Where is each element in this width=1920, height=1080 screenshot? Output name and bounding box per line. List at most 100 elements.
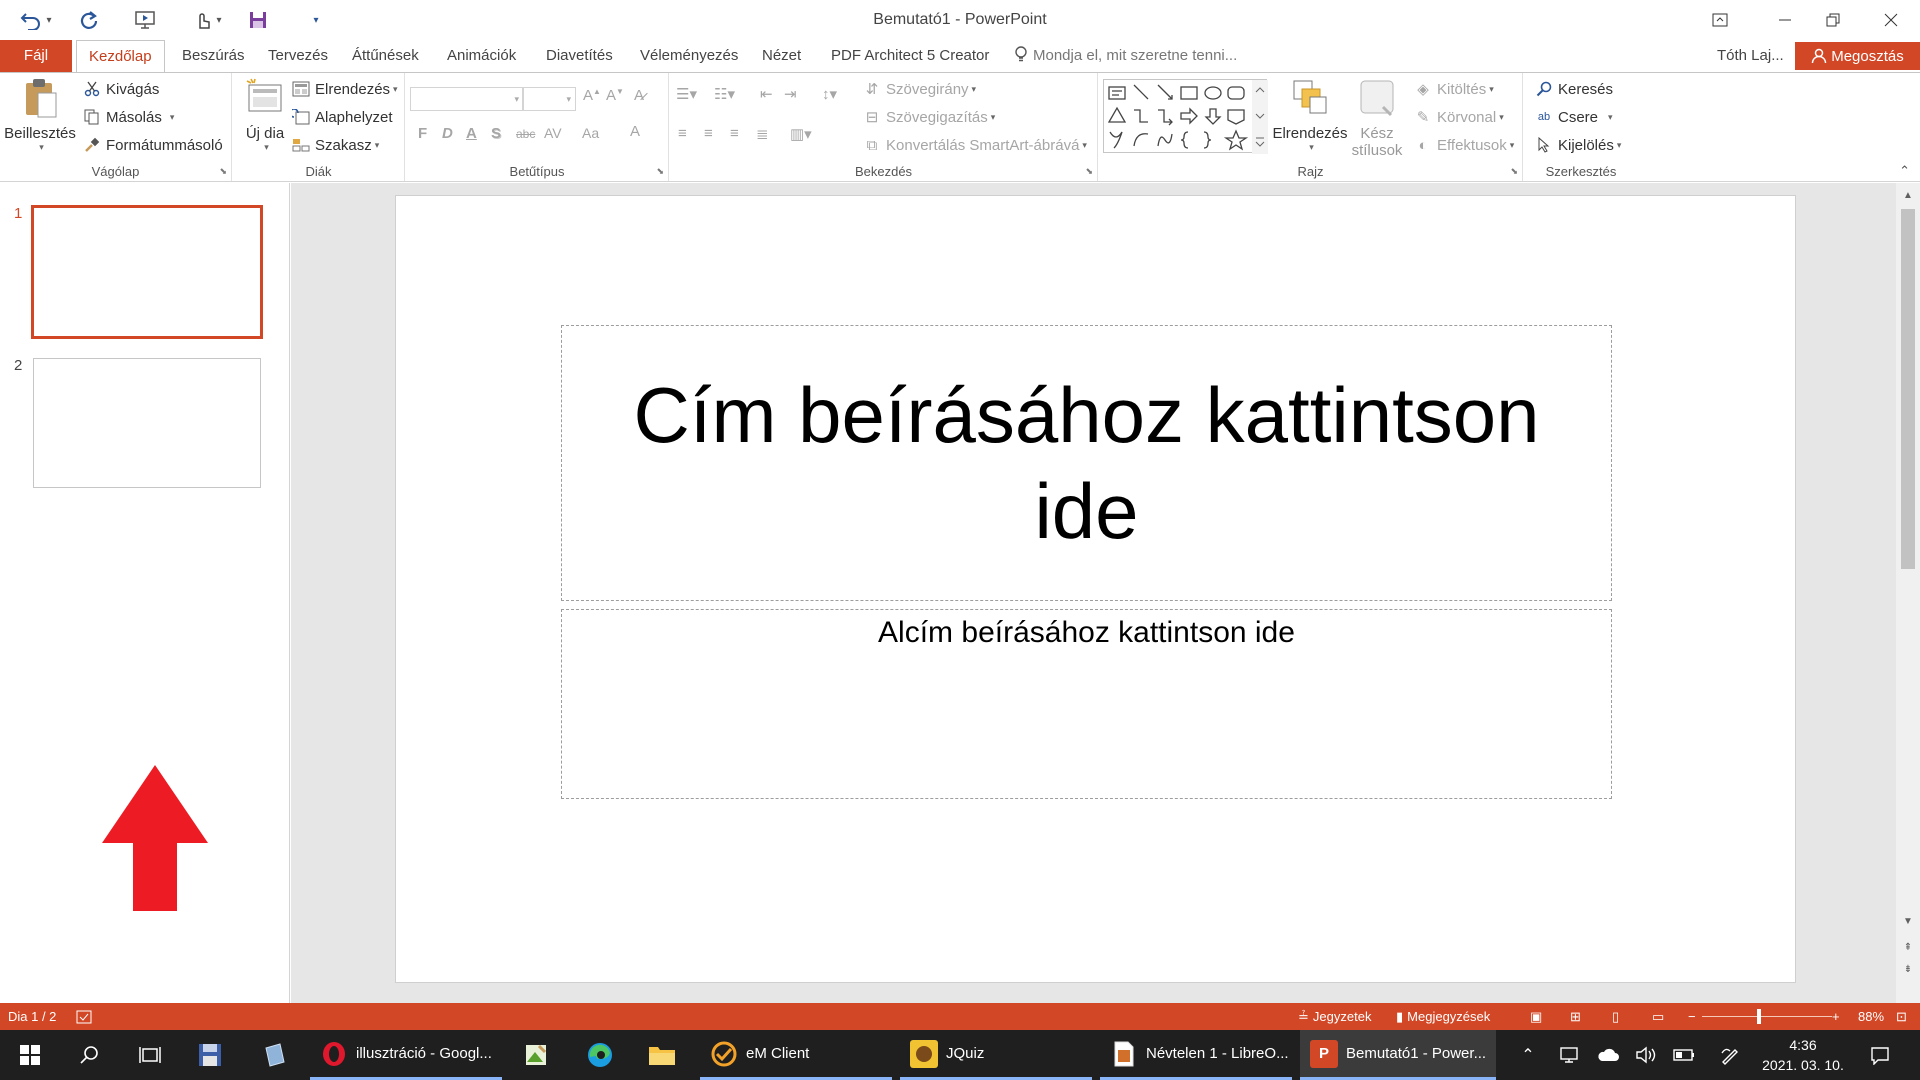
user-account[interactable]: Tóth Laj... xyxy=(1717,40,1784,72)
text-direction-button[interactable]: ⇵ Szövegirány ▾ xyxy=(862,76,976,102)
undo-button[interactable]: ▾ xyxy=(14,6,58,34)
vertical-scrollbar[interactable]: ▲ ▼ ⇞ ⇟ xyxy=(1896,183,1920,1003)
underline-button[interactable]: A xyxy=(466,125,477,142)
align-center-icon[interactable]: ≡ xyxy=(704,125,713,142)
arrange-button[interactable]: Elrendezés ▾ xyxy=(1271,77,1349,153)
zoom-out-icon[interactable]: − xyxy=(1688,1003,1696,1030)
layout-button[interactable]: Elrendezés ▾ xyxy=(291,76,398,102)
restore-button[interactable] xyxy=(1810,0,1856,40)
comments-button[interactable]: ▮ Megjegyzések xyxy=(1396,1003,1490,1030)
shrink-font-icon[interactable]: A▼ xyxy=(606,87,624,104)
tab-home[interactable]: Kezdőlap xyxy=(76,40,165,73)
network-icon[interactable] xyxy=(1552,1030,1588,1080)
redo-button[interactable] xyxy=(74,6,104,34)
clear-formatting-icon[interactable]: A̷ xyxy=(634,87,644,104)
task-view-button[interactable] xyxy=(120,1030,180,1080)
zoom-in-icon[interactable]: + xyxy=(1832,1003,1840,1030)
pinned-save-app-icon[interactable] xyxy=(180,1030,240,1080)
shape-effects-button[interactable]: ◐ Effektusok ▾ xyxy=(1413,132,1514,158)
system-clock[interactable]: 4:36 2021. 03. 10. xyxy=(1758,1035,1848,1075)
slide-sorter-icon[interactable]: ⊞ xyxy=(1570,1003,1581,1030)
touch-mode-button[interactable]: ▾ xyxy=(188,6,228,34)
next-slide-icon[interactable]: ⇟ xyxy=(1896,961,1920,979)
taskbar-app-opera[interactable]: illusztráció - Googl... xyxy=(310,1030,502,1080)
volume-icon[interactable] xyxy=(1628,1030,1664,1080)
tab-transitions[interactable]: Áttűnések xyxy=(340,40,431,72)
pinned-edge-icon[interactable] xyxy=(570,1030,630,1080)
scroll-down-icon[interactable]: ▼ xyxy=(1896,913,1920,931)
tab-view[interactable]: Nézet xyxy=(750,40,813,72)
start-slideshow-button[interactable] xyxy=(130,6,160,34)
tab-pdf-architect[interactable]: PDF Architect 5 Creator xyxy=(819,40,1001,72)
zoom-slider-thumb[interactable] xyxy=(1757,1009,1761,1024)
shadow-button[interactable]: S xyxy=(491,125,501,142)
start-button[interactable] xyxy=(0,1030,60,1080)
tab-animations[interactable]: Animációk xyxy=(435,40,528,72)
close-button[interactable] xyxy=(1868,0,1914,40)
columns-icon[interactable]: ▥▾ xyxy=(790,125,812,143)
zoom-slider[interactable] xyxy=(1702,1016,1832,1017)
save-button[interactable] xyxy=(244,6,272,34)
dialog-launcher-icon[interactable]: ⬊ xyxy=(1085,166,1093,177)
reset-button[interactable]: Alaphelyzet xyxy=(291,104,393,130)
shape-outline-button[interactable]: ✎ Körvonal ▾ xyxy=(1413,104,1504,130)
select-button[interactable]: Kijelölés ▾ xyxy=(1534,132,1621,158)
previous-slide-icon[interactable]: ⇞ xyxy=(1896,939,1920,957)
cut-button[interactable]: Kivágás xyxy=(82,76,159,102)
slide-thumbnail-1[interactable] xyxy=(31,205,263,339)
shapes-gallery[interactable] xyxy=(1103,79,1268,154)
character-spacing-button[interactable]: AV xyxy=(544,125,562,141)
numbering-icon[interactable]: ☷▾ xyxy=(714,85,735,103)
battery-icon[interactable] xyxy=(1666,1030,1702,1080)
pinned-paint-app-icon[interactable] xyxy=(506,1030,566,1080)
spellcheck-icon[interactable] xyxy=(76,1003,92,1030)
notes-button[interactable]: ≟ Jegyzetek xyxy=(1298,1003,1371,1030)
collapse-ribbon-icon[interactable]: ⌃ xyxy=(1899,163,1910,179)
pinned-file-explorer-icon[interactable] xyxy=(632,1030,692,1080)
tab-slideshow[interactable]: Diavetítés xyxy=(534,40,625,72)
ribbon-display-options-button[interactable] xyxy=(1697,0,1743,40)
align-text-button[interactable]: ⊟ Szövegigazítás ▾ xyxy=(862,104,996,130)
tab-insert[interactable]: Beszúrás xyxy=(170,40,257,72)
section-button[interactable]: Szakasz ▾ xyxy=(291,132,379,158)
zoom-level[interactable]: 88% xyxy=(1858,1003,1884,1030)
italic-button[interactable]: D xyxy=(442,125,453,142)
onedrive-icon[interactable] xyxy=(1590,1030,1626,1080)
new-slide-button[interactable]: Új dia ▾ xyxy=(237,77,293,153)
slide-canvas[interactable]: Cím beírásához kattintson ide Alcím beír… xyxy=(395,195,1796,983)
scrollbar-thumb[interactable] xyxy=(1901,209,1915,569)
line-spacing-icon[interactable]: ↕▾ xyxy=(822,85,837,103)
justify-icon[interactable]: ≣ xyxy=(756,125,769,143)
action-center-icon[interactable] xyxy=(1860,1030,1900,1080)
convert-smartart-button[interactable]: ⧉ Konvertálás SmartArt-ábrává ▾ xyxy=(862,132,1087,158)
dialog-launcher-icon[interactable]: ⬊ xyxy=(656,166,664,177)
search-button[interactable] xyxy=(60,1030,120,1080)
scroll-up-icon[interactable]: ▲ xyxy=(1896,187,1920,205)
tell-me-search[interactable]: Mondja el, mit szeretne tenni... xyxy=(1013,40,1237,72)
paste-button[interactable]: Beillesztés ▾ xyxy=(4,77,76,153)
dialog-launcher-icon[interactable]: ⬊ xyxy=(1510,166,1518,177)
grow-font-icon[interactable]: A▲ xyxy=(583,87,601,104)
normal-view-icon[interactable]: ▣ xyxy=(1530,1003,1542,1030)
dialog-launcher-icon[interactable]: ⬊ xyxy=(219,166,227,177)
shape-fill-button[interactable]: ◈ Kitöltés ▾ xyxy=(1413,76,1494,102)
minimize-button[interactable] xyxy=(1762,0,1808,40)
tab-design[interactable]: Tervezés xyxy=(256,40,340,72)
change-case-button[interactable]: Aa xyxy=(582,125,599,141)
fit-to-window-icon[interactable]: ⊡ xyxy=(1896,1003,1907,1030)
align-left-icon[interactable]: ≡ xyxy=(678,125,687,142)
subtitle-placeholder[interactable]: Alcím beírásához kattintson ide xyxy=(561,609,1612,799)
align-right-icon[interactable]: ≡ xyxy=(730,125,739,142)
reading-view-icon[interactable]: ▯ xyxy=(1612,1003,1619,1030)
show-hidden-icons-icon[interactable]: ⌃ xyxy=(1510,1030,1546,1080)
taskbar-app-jquiz[interactable]: JQuiz xyxy=(900,1030,1092,1080)
pen-workspace-icon[interactable] xyxy=(1712,1030,1748,1080)
decrease-indent-icon[interactable]: ⇤ xyxy=(760,85,773,103)
customize-qat-button[interactable]: ▾ xyxy=(302,6,326,34)
share-button[interactable]: Megosztás xyxy=(1795,42,1920,70)
font-size-select[interactable]: ▾ xyxy=(522,87,576,111)
font-color-button[interactable]: A xyxy=(630,123,640,140)
tab-review[interactable]: Véleményezés xyxy=(628,40,750,72)
taskbar-app-libreoffice[interactable]: Névtelen 1 - LibreO... xyxy=(1100,1030,1292,1080)
strikethrough-button[interactable]: abc xyxy=(516,127,535,141)
